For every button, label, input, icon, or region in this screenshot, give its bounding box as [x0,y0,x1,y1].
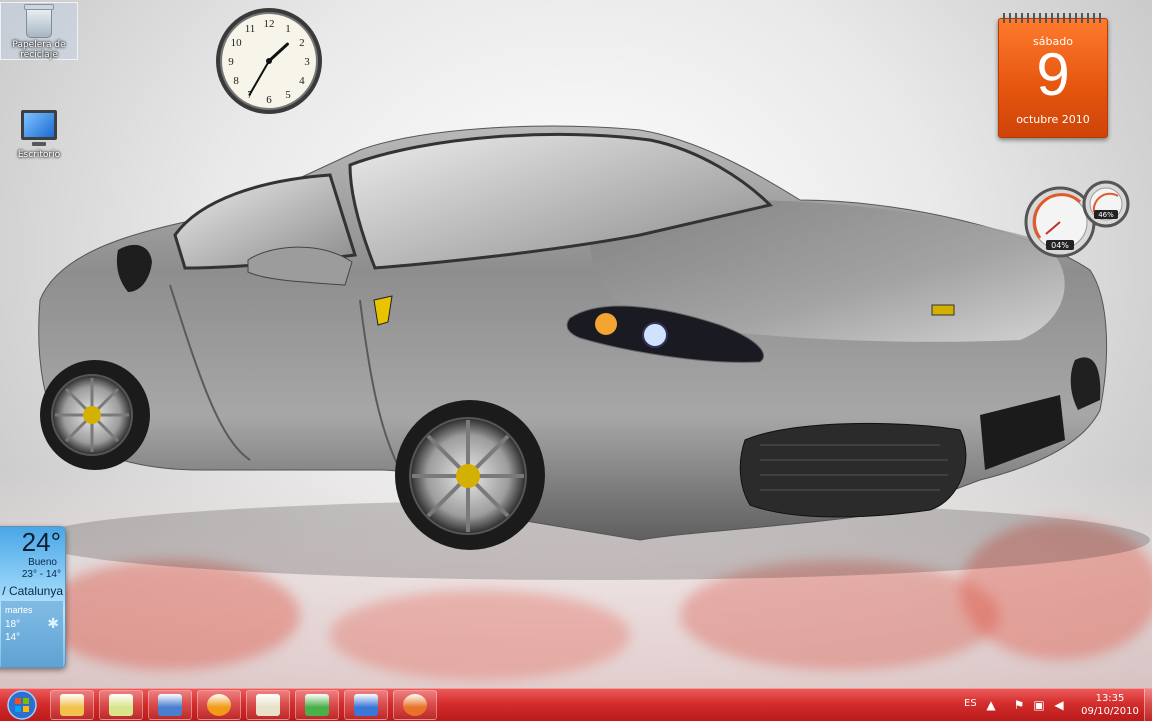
clock-numeral: 1 [285,23,291,35]
taskbar-button-messenger-app[interactable] [197,690,241,720]
clock-numeral: 11 [245,23,256,35]
documents-icon [158,694,182,716]
clock-numeral: 8 [233,75,239,87]
calendar-rings [1003,13,1103,23]
clock-numeral: 10 [231,37,243,49]
taskbar-time: 13:35 [1095,693,1125,704]
taskbar-button-remote-desktop[interactable] [344,690,388,720]
clock-numeral: 12 [264,18,275,30]
desktop-icon-recycle-bin[interactable]: Papelera de reciclaje [0,2,78,60]
cpu-meter-gadget[interactable]: 04% 46% [1022,178,1132,260]
taskbar-date: 09/10/2010 [1081,706,1139,717]
taskbar-clock[interactable]: 13:35 09/10/2010 [1078,692,1142,718]
calendar-month-year: octubre 2010 [1016,113,1090,126]
network-icon[interactable]: ▣ [1032,698,1046,712]
desktop-icon-label: Papelera de reciclaje [12,40,66,60]
forecast-high: 18° [5,619,21,630]
taskbar-button-messenger[interactable] [295,690,339,720]
taskbar-button-documents[interactable] [148,690,192,720]
desktop-icon-label: Escritorio [17,150,61,160]
taskbar-button-paint[interactable] [246,690,290,720]
weather-temperature: 24° [21,527,61,557]
firefox-icon [403,694,427,716]
computer-icon [21,110,57,146]
palette-icon [256,694,280,716]
calendar-day: 9 [1036,41,1070,108]
clock-numeral: 9 [228,56,234,68]
desktop-icon-escritorio[interactable]: Escritorio [0,110,78,160]
flag-icon[interactable]: ⚑ [1012,698,1026,712]
show-desktop-button[interactable] [1144,689,1152,721]
forecast-low: 14° [5,632,21,643]
taskbar-button-firefox[interactable] [393,690,437,720]
sticky-note-icon [109,694,133,716]
recycle-bin-icon [24,4,54,38]
folder-icon [60,694,84,716]
weather-range: 23° - 14° [21,569,61,580]
language-indicator[interactable]: ES [964,698,977,709]
taskbar-button-explorer[interactable] [50,690,94,720]
car-wallpaper [30,125,1150,580]
monitor-icon [354,694,378,716]
weather-condition: Bueno [28,557,57,568]
calendar-gadget[interactable]: sábado 9 octubre 2010 [998,13,1108,138]
clock-numeral: 6 [266,94,272,106]
taskbar-button-sticky-notes[interactable] [99,690,143,720]
forecast-day: martes [5,605,33,615]
start-button[interactable] [4,689,40,721]
memory-percentage: 46% [1098,211,1114,219]
weather-gadget[interactable]: 24° Bueno 23° - 14° / Catalunya martes 1… [0,526,66,668]
orange-circle-icon [207,694,231,716]
clock-numeral: 3 [304,56,310,68]
clock-gadget[interactable]: 121234567891011 [214,6,324,116]
chevron-up-icon[interactable]: ▲ [984,698,998,712]
taskbar: ES ▲ ⚑ ▣ ◀ 13:35 09/10/2010 [0,688,1152,721]
weather-location: / Catalunya [2,584,63,598]
clock-numeral: 2 [299,37,305,49]
weather-forecast: martes 18° 14° ✱ [1,601,63,667]
speaker-icon[interactable]: ◀ [1052,698,1066,712]
cpu-percentage: 04% [1051,241,1069,250]
people-icon [305,694,329,716]
clock-numeral: 5 [285,89,291,101]
clock-numeral: 4 [299,75,305,87]
snow-icon: ✱ [47,615,59,631]
